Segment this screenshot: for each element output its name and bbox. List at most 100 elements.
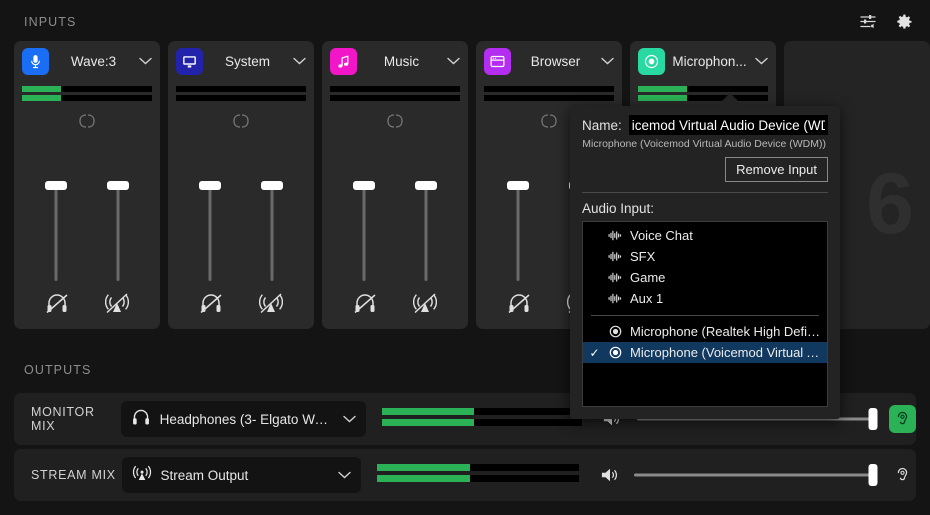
list-item-label: Voice Chat <box>630 228 693 243</box>
channel-name: Wave:3 <box>70 53 117 69</box>
list-item-selected[interactable]: ✓ Microphone (Voicemod Virtual Au... <box>583 342 827 363</box>
channel-header: Music <box>322 41 468 81</box>
meter-right <box>22 95 152 101</box>
fader-stream[interactable] <box>261 181 283 281</box>
link-faders-toggle[interactable] <box>14 113 160 129</box>
list-item-label: Microphone (Voicemod Virtual Au... <box>630 345 827 360</box>
list-separator <box>591 315 819 316</box>
broadcast-icon <box>132 463 152 487</box>
remove-row: Remove Input <box>582 157 828 182</box>
meter-right <box>381 419 582 426</box>
chevron-down-icon[interactable] <box>337 466 351 484</box>
browser-window-icon <box>484 47 511 75</box>
input-channel-wave3[interactable]: Wave:3 <box>14 41 160 329</box>
channel-header: System <box>168 41 314 81</box>
meter-left <box>484 86 614 92</box>
waveform-icon <box>607 251 623 262</box>
stream-device-name: Stream Output <box>160 467 249 483</box>
channel-meters <box>168 81 314 101</box>
popup-divider <box>582 192 828 193</box>
stream-mute-icon[interactable] <box>410 289 440 317</box>
monitor-device-name: Headphones (3- Elgato Wave:3) <box>159 411 334 427</box>
monitor-icon <box>176 47 203 75</box>
channel-name: Music <box>383 53 420 69</box>
chevron-down-icon[interactable] <box>446 57 460 65</box>
link-faders-toggle[interactable] <box>168 113 314 129</box>
fader-monitor[interactable] <box>507 181 529 281</box>
list-item[interactable]: Voice Chat <box>583 225 827 246</box>
meter-right <box>176 95 306 101</box>
channel-name: Microphon... <box>672 53 747 69</box>
link-faders-toggle[interactable] <box>322 113 468 129</box>
chevron-down-icon[interactable] <box>138 57 152 65</box>
monitor-mix-toggle[interactable] <box>889 405 916 433</box>
list-item[interactable]: Microphone (Realtek High Definiti... <box>583 321 827 342</box>
chevron-down-icon[interactable] <box>342 410 356 428</box>
gear-icon[interactable] <box>894 12 914 32</box>
output-label: STREAM MIX <box>31 468 116 482</box>
headphone-mute-icon[interactable] <box>350 289 380 317</box>
input-settings-popup: Name: Microphone (Voicemod Virtual Audio… <box>570 106 840 419</box>
headphone-mute-icon[interactable] <box>42 289 72 317</box>
fader-monitor[interactable] <box>45 181 67 281</box>
meter-right <box>638 95 768 101</box>
channel-meters <box>476 81 622 101</box>
inputs-section-label: INPUTS <box>24 15 77 29</box>
channel-header: Browser <box>476 41 622 81</box>
microphone-icon <box>22 47 49 75</box>
stream-monitor-toggle[interactable] <box>889 461 916 489</box>
name-label: Name: <box>582 117 622 133</box>
list-item-label: SFX <box>630 249 656 264</box>
list-item-label: Microphone (Realtek High Definiti... <box>630 324 827 339</box>
stream-volume-slider[interactable] <box>634 464 878 486</box>
chevron-down-icon[interactable] <box>754 57 768 65</box>
fader-stream[interactable] <box>415 181 437 281</box>
channel-meters <box>322 81 468 101</box>
stream-mute-icon[interactable] <box>102 289 132 317</box>
channel-faders <box>14 181 160 281</box>
channel-mutes <box>322 289 468 317</box>
check-mark: ✓ <box>589 345 600 360</box>
meter-left <box>381 408 582 415</box>
speaker-icon[interactable] <box>597 466 622 484</box>
channel-meters <box>14 81 160 101</box>
input-channel-music[interactable]: Music <box>322 41 468 329</box>
channel-mutes <box>14 289 160 317</box>
fader-stream[interactable] <box>107 181 129 281</box>
channel-name: Browser <box>530 53 581 69</box>
stream-mute-icon[interactable] <box>256 289 286 317</box>
meter-right <box>330 95 460 101</box>
name-row: Name: <box>582 115 828 135</box>
meter-right <box>376 475 579 482</box>
headphone-mute-icon[interactable] <box>504 289 534 317</box>
input-channel-system[interactable]: System <box>168 41 314 329</box>
remove-input-button[interactable]: Remove Input <box>725 157 828 182</box>
name-input[interactable] <box>628 115 828 135</box>
sliders-icon[interactable] <box>858 12 878 32</box>
list-item-label: Game <box>630 270 666 285</box>
stream-device-select[interactable]: Stream Output <box>121 457 361 493</box>
output-row-stream-mix: STREAM MIX Stream Output <box>14 449 916 501</box>
output-label: MONITOR MIX <box>31 405 95 433</box>
waveform-icon <box>607 272 623 283</box>
list-item[interactable]: Game <box>583 267 827 288</box>
wave-link-window: INPUTS Wave:3 System Music Browser Micro… <box>0 0 930 515</box>
chevron-down-icon[interactable] <box>292 57 306 65</box>
slot-number: 6 <box>866 156 914 252</box>
radio-button-icon <box>607 325 623 338</box>
list-item[interactable]: Aux 1 <box>583 288 827 309</box>
monitor-device-select[interactable]: Headphones (3- Elgato Wave:3) <box>120 401 366 437</box>
monitor-meters <box>381 408 582 430</box>
fader-monitor[interactable] <box>353 181 375 281</box>
meter-left <box>22 86 152 92</box>
channel-faders <box>322 181 468 281</box>
audio-input-label: Audio Input: <box>582 201 655 216</box>
audio-input-list[interactable]: Voice Chat SFX Game Aux 1 Microphone (Re… <box>582 221 828 407</box>
list-item[interactable]: SFX <box>583 246 827 267</box>
device-full-name: Microphone (Voicemod Virtual Audio Devic… <box>582 138 826 150</box>
chevron-down-icon[interactable] <box>600 57 614 65</box>
headphone-mute-icon[interactable] <box>196 289 226 317</box>
channel-meters <box>630 81 776 101</box>
fader-monitor[interactable] <box>199 181 221 281</box>
music-note-icon <box>330 47 357 75</box>
